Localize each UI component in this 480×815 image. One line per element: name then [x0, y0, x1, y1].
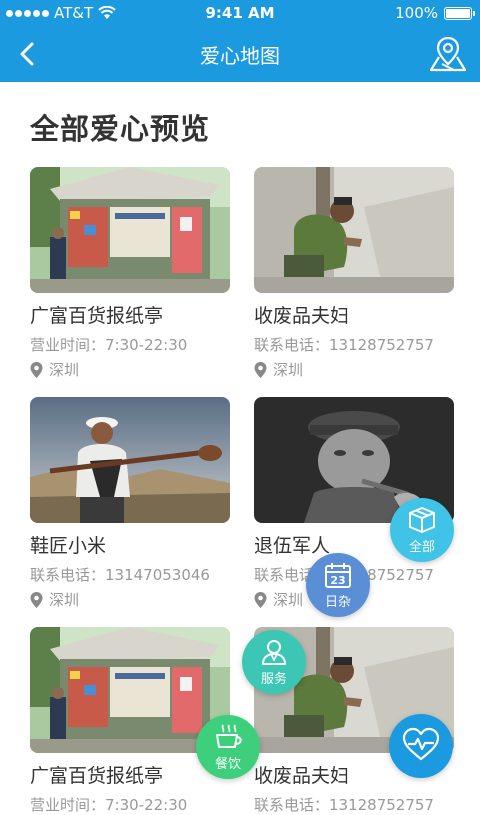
location-pin-icon [30, 591, 43, 608]
musician-photo [30, 397, 230, 523]
filter-food-button[interactable]: 餐饮 [196, 715, 260, 779]
battery-icon [444, 6, 475, 20]
map-pin-icon[interactable] [428, 34, 468, 74]
card-name: 广富百货报纸亭 [30, 765, 164, 787]
card-name: 广富百货报纸亭 [30, 305, 164, 327]
battery-label: 100% [395, 4, 438, 22]
location-pin-icon [254, 591, 267, 608]
card-location: 深圳 [30, 589, 230, 610]
location-pin-icon [30, 361, 43, 378]
card-location-label: 深圳 [49, 591, 80, 609]
card-name: 鞋匠小米 [30, 535, 107, 557]
recycler-photo [254, 167, 454, 293]
health-button[interactable] [389, 714, 453, 778]
card-location-label: 深圳 [273, 361, 304, 379]
card-info: 联系电话：13128752757 [254, 796, 434, 814]
calendar-icon: 23 [325, 562, 351, 588]
box-icon [409, 506, 435, 533]
card-location: 深圳 [254, 359, 454, 380]
filter-service-button[interactable]: 服务 [242, 630, 306, 694]
kiosk-photo [30, 167, 230, 293]
card-info: 联系电话：13128752757 [254, 336, 434, 354]
person-icon [262, 639, 286, 665]
calendar-day: 23 [330, 574, 345, 587]
filter-all-button[interactable]: 全部 [390, 498, 454, 562]
page-title: 爱心地图 [200, 44, 280, 68]
status-right: 100% [395, 4, 475, 22]
card-info: 营业时间：7:30-22:30 [30, 796, 188, 814]
nav-bar: 爱心地图 [0, 26, 480, 82]
coffee-cup-icon [216, 724, 242, 748]
card-location-label: 深圳 [49, 361, 80, 379]
section-title: 全部爱心预览 [30, 112, 211, 146]
list-item[interactable]: 广富百货报纸亭 营业时间：7:30-22:30 深圳 [30, 167, 230, 380]
list-item[interactable]: 收废品夫妇 联系电话：13128752757 深圳 [254, 167, 454, 380]
card-info: 营业时间：7:30-22:30 [30, 336, 188, 354]
filter-service-label: 服务 [260, 671, 287, 687]
filter-daily-button[interactable]: 23 日杂 [306, 553, 370, 617]
filter-all-label: 全部 [408, 539, 435, 555]
card-info: 联系电话：13147053046 [30, 566, 210, 584]
list-item[interactable]: 广富百货报纸亭 营业时间：7:30-22:30 [30, 627, 230, 815]
card-name: 收废品夫妇 [254, 305, 350, 327]
filter-daily-label: 日杂 [324, 594, 351, 610]
filter-food-label: 餐饮 [214, 756, 241, 772]
status-bar: AT&T 9:41 AM 100% [0, 0, 480, 26]
list-item[interactable]: 鞋匠小米 联系电话：13147053046 深圳 [30, 397, 230, 610]
card-location: 深圳 [30, 359, 230, 380]
location-pin-icon [254, 361, 267, 378]
heart-pulse-icon [402, 727, 440, 761]
card-location-label: 深圳 [273, 591, 304, 609]
